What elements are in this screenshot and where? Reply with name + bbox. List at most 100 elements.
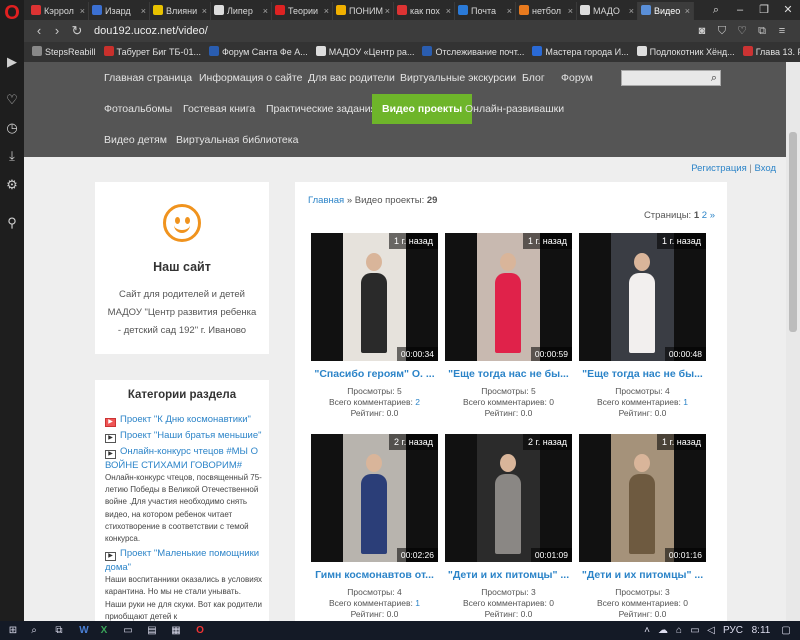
category-link[interactable]: Проект "Маленькие помощники дома" [105,548,259,573]
bookmark-item[interactable]: Глава 13. Речь,... [742,42,800,62]
easy-setup-icon[interactable]: ≡ [772,20,792,42]
video-title-link[interactable]: "Спасибо героям" О. ... [311,368,438,380]
comments-count[interactable]: 1 [415,598,420,608]
close-tab-icon[interactable]: × [263,2,268,20]
windows-start-icon[interactable]: ⊞ [4,621,22,640]
video-title-link[interactable]: "Еще тогда нас не бы... [579,368,706,380]
breadcrumb-home-link[interactable]: Главная [308,195,344,206]
nav-videos-for-kids[interactable]: Видео детям [104,130,167,150]
video-title-link[interactable]: "Дети и их питомцы" ... [579,569,706,581]
video-thumbnail[interactable]: 2 г. назад 00:02:26 [311,434,438,562]
browser-tab[interactable]: МАДО × [577,2,638,20]
forward-icon[interactable]: › [48,20,66,42]
task-view-icon[interactable]: ⧉ [50,621,68,640]
heart-icon[interactable]: ♡ [0,90,24,110]
category-link[interactable]: Проект "К Дню космонавтики" [120,414,251,425]
browser-tab[interactable]: как пох × [394,2,455,20]
video-title-link[interactable]: "Дети и их питомцы" ... [445,569,572,581]
nav-online-games[interactable]: Онлайн-развивашки [465,99,564,119]
close-tab-icon[interactable]: × [446,2,451,20]
video-title-link[interactable]: "Еще тогда нас не бы... [445,368,572,380]
player-icon[interactable]: ▶ [0,52,24,72]
minimize-icon[interactable]: – [728,0,752,20]
back-icon[interactable]: ‹ [30,20,48,42]
video-thumbnail[interactable]: 1 г. назад 00:01:16 [579,434,706,562]
bookmark-item[interactable]: МАДОУ «Центр ра... [315,42,414,62]
register-link[interactable]: Регистрация [691,163,747,174]
opera-logo-icon[interactable]: O [0,0,24,26]
nav-video-projects[interactable]: Видео проекты [372,94,473,124]
browser-tab[interactable]: Влияни × [150,2,211,20]
bookmark-item[interactable]: StepsReabill [32,42,96,62]
close-tab-icon[interactable]: × [385,2,390,20]
close-window-icon[interactable]: ✕ [776,0,800,20]
nav-photo-albums[interactable]: Фотоальбомы [104,99,172,119]
volume-icon[interactable]: ◁ [704,621,718,640]
file-explorer-icon[interactable]: ▭ [120,621,136,640]
language-indicator[interactable]: РУС [720,621,746,640]
nav-guestbook[interactable]: Гостевая книга [183,99,255,119]
scroll-thumb[interactable] [789,132,797,332]
video-thumbnail[interactable]: 2 г. назад 00:01:09 [445,434,572,562]
gear-icon[interactable]: ⚙ [0,175,24,195]
store-icon[interactable]: ▤ [144,621,160,640]
browser-tab[interactable]: Изард × [89,2,150,20]
bookmark-item[interactable]: Форум Санта Фе А... [208,42,308,62]
search-icon[interactable]: ⌕ [26,621,42,640]
close-tab-icon[interactable]: × [141,2,146,20]
download-icon[interactable]: ⤓ [0,146,24,166]
camera-icon[interactable]: ◙ [692,20,712,42]
close-tab-icon[interactable]: × [629,2,634,20]
tray-chevron-icon[interactable]: ˄ [640,621,654,640]
comments-count[interactable]: 2 [415,397,420,407]
search-icon[interactable]: ⌕ [706,70,722,86]
page-scrollbar[interactable] [786,62,800,621]
category-link[interactable]: Онлайн-конкурс чтецов #МЫ О ВОЙНЕ СТИХАМ… [105,446,258,471]
browser-tab[interactable]: Почта × [455,2,516,20]
url-field[interactable]: dou192.ucoz.net/video/ [94,23,208,39]
bookmark-item[interactable]: Мастера города И... [532,42,629,62]
close-tab-icon[interactable]: × [568,2,573,20]
network-icon[interactable]: ⌂ [672,621,686,640]
nav-blog[interactable]: Блог [522,68,545,88]
video-title-link[interactable]: Гимн космонавтов от... [311,569,438,581]
browser-tab[interactable]: Видео × [638,2,694,20]
video-thumbnail[interactable]: 1 г. назад 00:00:48 [579,233,706,361]
browser-tab[interactable]: ПОНИМ × [333,2,394,20]
reload-icon[interactable]: ↻ [68,20,86,42]
battery-icon[interactable]: ▭ [688,621,702,640]
tray-icon-a[interactable]: ☁ [656,621,670,640]
browser-tab[interactable]: нетбол × [516,2,577,20]
video-thumbnail[interactable]: 1 г. назад 00:00:59 [445,233,572,361]
bookmark-item[interactable]: Отслеживание почт... [422,42,524,62]
excel-icon[interactable]: X [96,621,112,640]
nav-virtual-library[interactable]: Виртуальная библиотека [176,130,298,150]
next-page-link[interactable]: » [710,210,715,221]
browser-tab[interactable]: Кэррол × [28,2,89,20]
close-tab-icon[interactable]: × [80,2,85,20]
video-thumbnail[interactable]: 1 г. назад 00:00:34 [311,233,438,361]
nav-about[interactable]: Информация о сайте [199,68,302,88]
app-icon[interactable]: ▦ [168,621,184,640]
close-tab-icon[interactable]: × [685,2,690,20]
close-tab-icon[interactable]: × [507,2,512,20]
comments-count[interactable]: 1 [683,397,688,407]
browser-tab[interactable]: Теории × [272,2,333,20]
login-link[interactable]: Вход [755,163,777,174]
nav-parents[interactable]: Для вас родители [308,68,395,88]
bookmark-item[interactable]: Подлокотник Хёнд... [636,42,735,62]
clock[interactable]: 8:11 [748,621,774,640]
history-icon[interactable]: ◷ [0,118,24,138]
nav-virtual-tours[interactable]: Виртуальные экскурсии [400,68,516,88]
lightbulb-icon[interactable]: ⚲ [0,213,24,233]
page-2-link[interactable]: 2 [702,210,707,221]
close-tab-icon[interactable]: × [324,2,329,20]
category-link[interactable]: Проект "Наши братья меньшие" [120,430,262,441]
nav-forum[interactable]: Форум [561,68,593,88]
heart-outline-icon[interactable]: ♡ [732,20,752,42]
nav-home[interactable]: Главная страница [104,68,192,88]
opera-taskbar-icon[interactable]: O [192,621,208,640]
bookmark-item[interactable]: Табурет Биг ТБ-01... [103,42,201,62]
browser-tab[interactable]: Липер × [211,2,272,20]
extensions-icon[interactable]: ⧉ [752,20,772,42]
